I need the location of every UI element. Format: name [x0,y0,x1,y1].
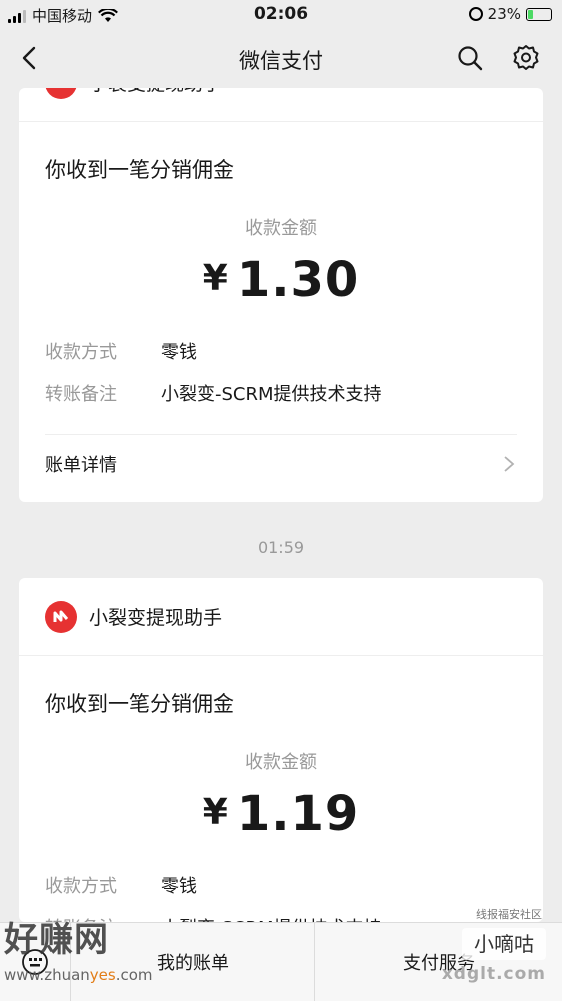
battery-fill [528,9,533,19]
currency-symbol: ¥ [202,792,229,833]
bill-detail-link[interactable]: 账单详情 [19,435,543,493]
card2-title: 你收到一笔分销佣金 [45,692,234,716]
status-bar: 中国移动 02:06 23% [0,0,562,30]
search-icon[interactable] [456,44,484,72]
card1-row-note: 转账备注 小裂变-SCRM提供技术支持 [19,372,543,414]
card1-row-method: 收款方式 零钱 [19,330,543,372]
watermark-caption-right: 线报福安社区 [476,908,542,921]
watermark-logo-left: 好赚网 [4,920,109,960]
currency-symbol: ¥ [202,258,229,299]
message-timestamp: 01:59 [257,538,305,557]
battery-percent: 23% [487,5,521,23]
card2-header: 小裂变提现助手 [19,578,543,656]
battery-icon [526,7,552,21]
card2-amount: ¥1.19 [19,786,543,842]
card2-row-method: 收款方式 零钱 [19,864,543,906]
row-key: 收款方式 [45,876,117,897]
watermark-url-left: www.zhuanyes.com [4,966,153,984]
card1-header: 小裂变提现助手 [19,88,543,122]
brand-name: 小裂变提现助手 [89,607,223,629]
watermark-url-right: xdglt.com [441,964,546,984]
orientation-lock-icon [468,7,483,21]
payment-card-1: 小裂变提现助手 你收到一笔分销佣金 收款金额 ¥1.30 收款方式 零钱 转账备… [19,88,543,502]
row-value: 零钱 [161,342,197,363]
watermark-logo-right: 小嘀咕 [462,928,546,960]
status-right: 23% [468,5,552,23]
row-key: 收款方式 [45,342,117,363]
row-value: 小裂变-SCRM提供技术支持 [161,384,382,405]
card1-inner: 小裂变提现助手 你收到一笔分销佣金 收款金额 ¥1.30 收款方式 零钱 转账备… [19,88,543,493]
brand-logo-icon [45,88,77,99]
card1-amount-label: 收款金额 [245,218,317,239]
brand-logo-icon [45,600,77,633]
card1-amount-value: 1.30 [236,252,360,308]
watermark-url-part: yes [89,966,116,984]
gear-icon[interactable] [512,44,540,72]
card1-title: 你收到一笔分销佣金 [45,158,234,182]
payment-card-2: 小裂变提现助手 你收到一笔分销佣金 收款金额 ¥1.19 收款方式 零钱 转账备… [19,578,543,922]
nav-bar: 微信支付 [0,30,562,88]
card2-amount-label: 收款金额 [245,752,317,773]
brand-name: 小裂变提现助手 [89,88,222,96]
card2-amount-value: 1.19 [236,786,360,842]
bill-detail-label: 账单详情 [45,455,117,476]
row-key: 转账备注 [45,384,117,405]
chevron-right-icon [504,456,515,472]
row-value: 零钱 [161,876,197,897]
watermark-url-part: .com [115,966,153,984]
watermark-url-part: www.zhuan [4,966,90,984]
row-value: 小裂变-SCRM提供技术支持 [161,914,382,922]
card1-amount: ¥1.30 [19,252,543,308]
